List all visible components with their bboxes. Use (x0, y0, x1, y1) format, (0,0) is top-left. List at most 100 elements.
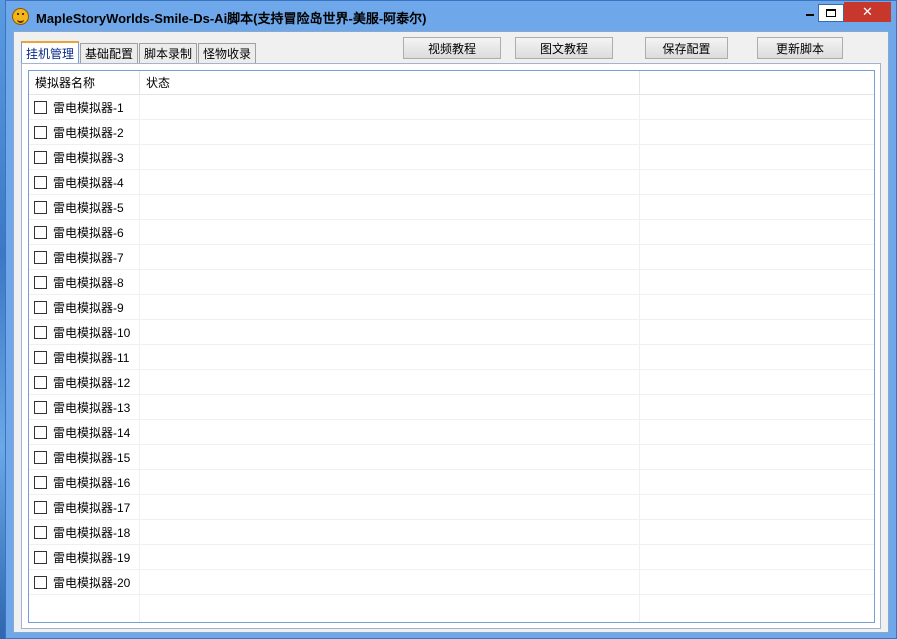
name-cell: 雷电模拟器-1 (29, 95, 140, 119)
column-header-emulator-name[interactable]: 模拟器名称 (29, 71, 140, 95)
tab-basic-config[interactable]: 基础配置 (80, 43, 139, 63)
status-cell (140, 495, 640, 519)
row-checkbox[interactable] (34, 125, 47, 139)
row-checkbox[interactable] (34, 225, 47, 239)
tab-idle-management[interactable]: 挂机管理 (21, 41, 80, 63)
table-row[interactable]: 雷电模拟器-18 (29, 520, 874, 545)
emulator-name: 雷电模拟器-8 (53, 275, 124, 290)
emulator-name: 雷电模拟器-20 (53, 575, 131, 590)
tab-monster-collection[interactable]: 怪物收录 (198, 43, 257, 63)
name-cell: 雷电模拟器-18 (29, 520, 140, 544)
name-cell: 雷电模拟器-7 (29, 245, 140, 269)
table-row[interactable]: 雷电模拟器-5 (29, 195, 874, 220)
name-cell: 雷电模拟器-19 (29, 545, 140, 569)
column-header-status[interactable]: 状态 (140, 71, 640, 95)
table-row[interactable]: 雷电模拟器-6 (29, 220, 874, 245)
status-cell (140, 395, 640, 419)
table-row[interactable]: 雷电模拟器-15 (29, 445, 874, 470)
status-cell (140, 545, 640, 569)
row-checkbox[interactable] (34, 375, 47, 389)
row-checkbox[interactable] (34, 325, 47, 339)
row-checkbox[interactable] (34, 175, 47, 189)
row-checkbox[interactable] (34, 100, 47, 114)
emulator-name: 雷电模拟器-5 (53, 200, 124, 215)
table-row[interactable]: 雷电模拟器-19 (29, 545, 874, 570)
row-checkbox[interactable] (34, 300, 47, 314)
emulator-name: 雷电模拟器-12 (53, 375, 131, 390)
table-row[interactable]: 雷电模拟器-14 (29, 420, 874, 445)
extra-cell (640, 195, 874, 219)
row-checkbox[interactable] (34, 425, 47, 439)
status-cell (140, 195, 640, 219)
row-checkbox[interactable] (34, 450, 47, 464)
name-cell: 雷电模拟器-13 (29, 395, 140, 419)
emulator-name: 雷电模拟器-4 (53, 175, 124, 190)
app-window: MapleStoryWorlds-Smile-Ds-Ai脚本(支持冒险岛世界-美… (5, 0, 897, 639)
emulator-list[interactable]: 模拟器名称 状态 雷电模拟器-1 雷电模拟器-2 雷电模拟器-3 雷电模拟器-4 雷电模… (28, 70, 875, 623)
table-row[interactable]: 雷电模拟器-11 (29, 345, 874, 370)
table-row[interactable]: 雷电模拟器-2 (29, 120, 874, 145)
close-icon: ✕ (862, 4, 873, 19)
emulator-name: 雷电模拟器-18 (53, 525, 131, 540)
row-checkbox[interactable] (34, 575, 47, 589)
table-row[interactable]: 雷电模拟器-16 (29, 470, 874, 495)
extra-cell (640, 420, 874, 444)
name-cell: 雷电模拟器-12 (29, 370, 140, 394)
emulator-name: 雷电模拟器-16 (53, 475, 131, 490)
tab-script-recording[interactable]: 脚本录制 (139, 43, 198, 63)
update-script-button[interactable]: 更新脚本 (757, 37, 843, 59)
video-tutorial-button[interactable]: 视频教程 (403, 37, 501, 59)
title-bar[interactable]: MapleStoryWorlds-Smile-Ds-Ai脚本(支持冒险岛世界-美… (6, 1, 896, 31)
table-row[interactable]: 雷电模拟器-17 (29, 495, 874, 520)
extra-cell (640, 320, 874, 344)
save-config-button[interactable]: 保存配置 (645, 37, 728, 59)
status-cell (140, 520, 640, 544)
emulator-name: 雷电模拟器-3 (53, 150, 124, 165)
emulator-name: 雷电模拟器-10 (53, 325, 131, 340)
name-cell: 雷电模拟器-10 (29, 320, 140, 344)
row-checkbox[interactable] (34, 150, 47, 164)
list-empty-area (29, 595, 874, 622)
status-cell (140, 95, 640, 119)
status-cell (140, 470, 640, 494)
table-row[interactable]: 雷电模拟器-8 (29, 270, 874, 295)
close-button[interactable]: ✕ (844, 2, 891, 22)
extra-cell (640, 95, 874, 119)
table-row[interactable]: 雷电模拟器-20 (29, 570, 874, 595)
app-smiley-icon (12, 8, 29, 25)
row-checkbox[interactable] (34, 475, 47, 489)
table-row[interactable]: 雷电模拟器-1 (29, 95, 874, 120)
table-row[interactable]: 雷电模拟器-3 (29, 145, 874, 170)
name-cell: 雷电模拟器-3 (29, 145, 140, 169)
row-checkbox[interactable] (34, 400, 47, 414)
table-row[interactable]: 雷电模拟器-12 (29, 370, 874, 395)
status-cell (140, 220, 640, 244)
status-cell (140, 345, 640, 369)
table-row[interactable]: 雷电模拟器-10 (29, 320, 874, 345)
list-header: 模拟器名称 状态 (29, 71, 874, 95)
tab-panel: 模拟器名称 状态 雷电模拟器-1 雷电模拟器-2 雷电模拟器-3 雷电模拟器-4 雷电模… (21, 63, 881, 629)
table-row[interactable]: 雷电模拟器-13 (29, 395, 874, 420)
extra-cell (640, 270, 874, 294)
image-tutorial-button[interactable]: 图文教程 (515, 37, 613, 59)
emulator-name: 雷电模拟器-1 (53, 100, 124, 115)
table-row[interactable]: 雷电模拟器-4 (29, 170, 874, 195)
extra-cell (640, 495, 874, 519)
row-checkbox[interactable] (34, 500, 47, 514)
table-row[interactable]: 雷电模拟器-7 (29, 245, 874, 270)
name-cell: 雷电模拟器-4 (29, 170, 140, 194)
row-checkbox[interactable] (34, 250, 47, 264)
row-checkbox[interactable] (34, 550, 47, 564)
extra-cell (640, 345, 874, 369)
row-checkbox[interactable] (34, 200, 47, 214)
row-checkbox[interactable] (34, 350, 47, 364)
status-cell (140, 320, 640, 344)
row-checkbox[interactable] (34, 275, 47, 289)
name-cell: 雷电模拟器-20 (29, 570, 140, 594)
table-row[interactable]: 雷电模拟器-9 (29, 295, 874, 320)
name-cell: 雷电模拟器-14 (29, 420, 140, 444)
row-checkbox[interactable] (34, 525, 47, 539)
extra-cell (640, 220, 874, 244)
maximize-button[interactable] (818, 4, 844, 22)
window-title: MapleStoryWorlds-Smile-Ds-Ai脚本(支持冒险岛世界-美… (36, 11, 427, 26)
